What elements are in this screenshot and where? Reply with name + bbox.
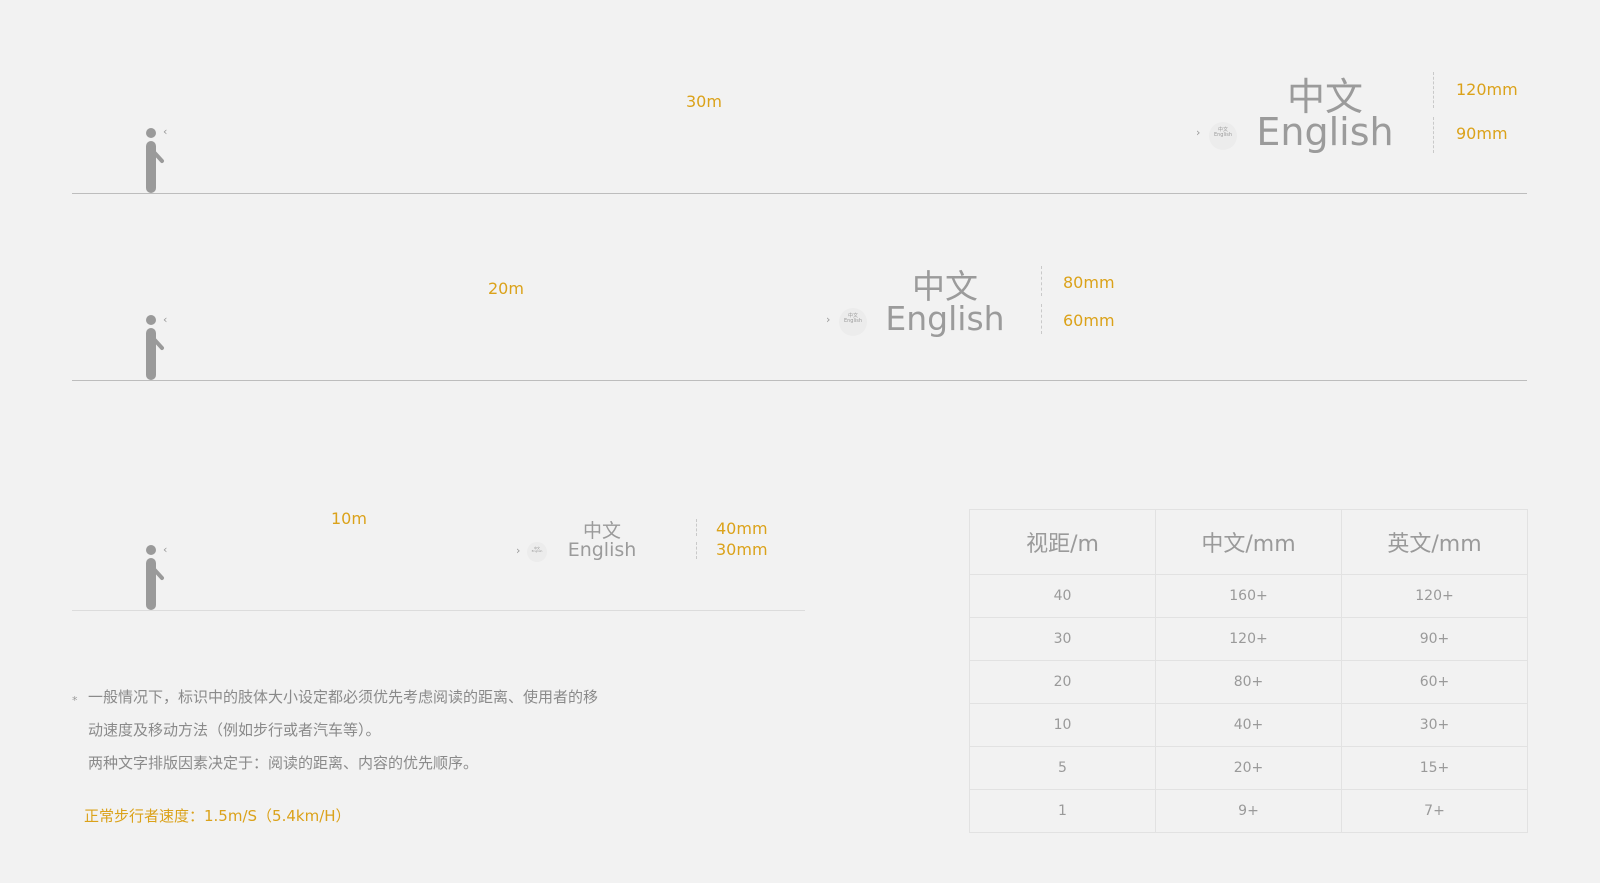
table-row: 20 80+ 60+ bbox=[969, 660, 1528, 704]
note-line-2: 动速度及移动方法（例如步行或者汽车等）。 bbox=[88, 721, 381, 739]
table-row: 30 120+ 90+ bbox=[969, 617, 1528, 661]
size-divider bbox=[1433, 72, 1434, 108]
cell-chinese: 20+ bbox=[1155, 746, 1342, 790]
cell-distance: 30 bbox=[969, 617, 1156, 661]
size-divider bbox=[1041, 266, 1042, 296]
sign-english-text: English bbox=[567, 539, 637, 561]
cell-distance: 40 bbox=[969, 574, 1156, 618]
mini-sign-en: English bbox=[531, 549, 543, 554]
table-row: 5 20+ 15+ bbox=[969, 746, 1528, 790]
cell-chinese: 40+ bbox=[1155, 703, 1342, 747]
cell-english: 30+ bbox=[1341, 703, 1528, 747]
mini-sign-icon: 中文 English bbox=[527, 542, 547, 562]
chevron-right-icon: › bbox=[826, 313, 831, 326]
english-size-label: 60mm bbox=[1063, 311, 1115, 330]
size-divider bbox=[696, 519, 697, 536]
cell-english: 60+ bbox=[1341, 660, 1528, 704]
table-header-row: 视距/m 中文/mm 英文/mm bbox=[969, 509, 1528, 575]
cell-chinese: 160+ bbox=[1155, 574, 1342, 618]
table-row: 10 40+ 30+ bbox=[969, 703, 1528, 747]
person-icon bbox=[146, 545, 164, 610]
note-star: * bbox=[72, 694, 78, 707]
cell-distance: 5 bbox=[969, 746, 1156, 790]
sign-english-text: English bbox=[1256, 110, 1394, 154]
chevron-right-icon: › bbox=[516, 544, 521, 557]
chinese-size-label: 120mm bbox=[1456, 80, 1518, 99]
cell-distance: 1 bbox=[969, 789, 1156, 833]
cell-english: 15+ bbox=[1341, 746, 1528, 790]
walking-speed-note: 正常步行者速度：1.5m/S（5.4km/H） bbox=[84, 807, 351, 825]
cell-english: 120+ bbox=[1341, 574, 1528, 618]
cell-chinese: 120+ bbox=[1155, 617, 1342, 661]
cell-english: 90+ bbox=[1341, 617, 1528, 661]
ground-line-30m bbox=[72, 193, 1527, 194]
size-divider bbox=[696, 542, 697, 559]
person-icon bbox=[146, 315, 164, 380]
ground-line-10m bbox=[72, 610, 805, 611]
chevron-left-icon: ‹ bbox=[163, 125, 168, 138]
note-line-1: 一般情况下，标识中的肢体大小设定都必须优先考虑阅读的距离、使用者的移 bbox=[88, 688, 599, 706]
english-size-label: 90mm bbox=[1456, 124, 1508, 143]
mini-sign-icon: 中文 English bbox=[1209, 122, 1237, 150]
cell-english: 7+ bbox=[1341, 789, 1528, 833]
ground-line-20m bbox=[72, 380, 1527, 381]
cell-chinese: 9+ bbox=[1155, 789, 1342, 833]
chinese-size-label: 40mm bbox=[716, 519, 768, 538]
mini-sign-icon: 中文 English bbox=[839, 308, 867, 336]
mini-sign-en: English bbox=[843, 318, 863, 325]
chevron-left-icon: ‹ bbox=[163, 313, 168, 326]
table-row: 1 9+ 7+ bbox=[969, 789, 1528, 833]
distance-label-20m: 20m bbox=[488, 279, 524, 298]
cell-chinese: 80+ bbox=[1155, 660, 1342, 704]
chevron-right-icon: › bbox=[1196, 126, 1201, 139]
size-reference-table: 视距/m 中文/mm 英文/mm 40 160+ 120+ 30 120+ 90… bbox=[969, 509, 1528, 833]
sign-english-text: English bbox=[885, 299, 1005, 338]
header-english-size: 英文/mm bbox=[1341, 509, 1528, 575]
chevron-left-icon: ‹ bbox=[163, 543, 168, 556]
distance-label-10m: 10m bbox=[331, 509, 367, 528]
chinese-size-label: 80mm bbox=[1063, 273, 1115, 292]
person-icon bbox=[146, 128, 164, 193]
cell-distance: 20 bbox=[969, 660, 1156, 704]
table-row: 40 160+ 120+ bbox=[969, 574, 1528, 618]
size-divider bbox=[1433, 117, 1434, 153]
size-divider bbox=[1041, 304, 1042, 334]
cell-distance: 10 bbox=[969, 703, 1156, 747]
header-chinese-size: 中文/mm bbox=[1155, 509, 1342, 575]
note-line-3: 两种文字排版因素决定于：阅读的距离、内容的优先顺序。 bbox=[88, 754, 479, 772]
distance-label-30m: 30m bbox=[686, 92, 722, 111]
header-viewing-distance: 视距/m bbox=[969, 509, 1156, 575]
mini-sign-en: English bbox=[1213, 132, 1233, 139]
english-size-label: 30mm bbox=[716, 540, 768, 559]
